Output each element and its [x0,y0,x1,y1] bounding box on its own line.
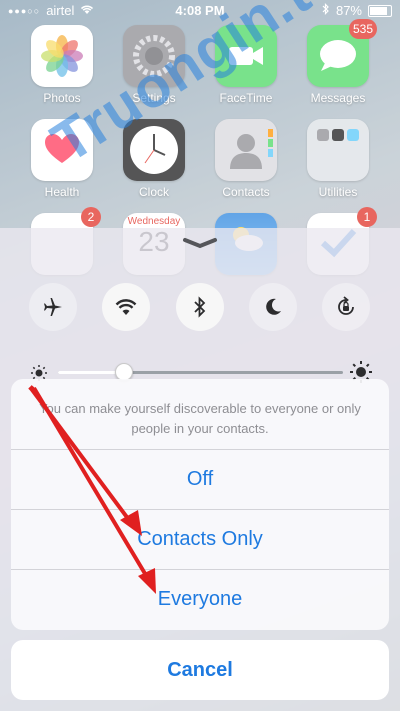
airplane-mode-toggle[interactable] [29,283,77,331]
wifi-icon [115,299,137,315]
phone-screen: ●●●○○ airtel 4:08 PM 87% Photos Settings… [0,0,400,711]
wifi-toggle[interactable] [102,283,150,331]
cancel-button[interactable]: Cancel [11,640,389,700]
moon-icon [266,298,281,315]
rotation-lock-toggle[interactable] [322,283,370,331]
bluetooth-toggle[interactable] [176,283,224,331]
do-not-disturb-toggle[interactable] [249,283,297,331]
brightness-slider[interactable] [58,371,343,374]
chevron-down-icon[interactable] [182,236,218,254]
brightness-fill [58,371,124,374]
airplane-icon [44,298,62,316]
sheet-message: You can make yourself discoverable to ev… [39,401,361,436]
bluetooth-icon [194,296,206,318]
rotation-lock-icon [338,296,354,315]
option-off[interactable]: Off [11,449,389,509]
option-everyone[interactable]: Everyone [11,569,389,629]
airdrop-action-sheet: You can make yourself discoverable to ev… [11,379,389,630]
option-contacts-only[interactable]: Contacts Only [11,509,389,569]
